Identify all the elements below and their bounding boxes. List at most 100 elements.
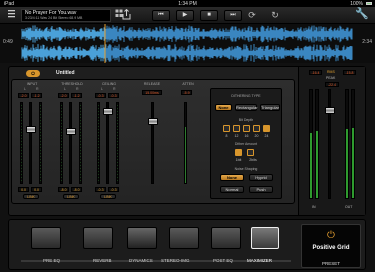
- pre-eq-label: PRE EQ: [43, 258, 61, 263]
- play-button[interactable]: ▶: [176, 10, 194, 21]
- limiter-controls: INPUT L R -2.0 -1.2 0.0 0.0 LINK THRESHO…: [11, 79, 295, 204]
- ceiling-l-bottom: -0.3: [95, 187, 106, 192]
- bit-depth-24-label: 24: [264, 134, 269, 138]
- waveform-display[interactable]: 0:49 2:34: [0, 24, 375, 63]
- noise-push-button[interactable]: Push: [249, 186, 273, 193]
- release-fader[interactable]: [148, 118, 158, 125]
- preset-bar: ⏻ Untitled: [13, 69, 283, 78]
- bit-depth-title: Bit Depth: [238, 118, 254, 122]
- input-l-bottom: 0.0: [18, 187, 29, 192]
- input-meter-r: [39, 102, 42, 184]
- output-fader[interactable]: [325, 107, 335, 114]
- in-label: IN: [312, 205, 316, 209]
- input-fader[interactable]: [26, 126, 36, 133]
- noise-normal-button[interactable]: Normal: [220, 186, 244, 193]
- waveform-graph: [0, 24, 375, 63]
- rms-value: -22.4: [325, 82, 339, 87]
- effects-chain: PRE EQ REVERB DYNAMICS STEREO-IMG POST E…: [21, 223, 291, 268]
- ceiling-meter-r: [116, 102, 119, 184]
- bit-depth-8-label: 8: [225, 134, 228, 138]
- atten-value: -5.9: [181, 90, 192, 95]
- share-icon[interactable]: [121, 8, 131, 23]
- ceiling-fader[interactable]: [103, 108, 113, 115]
- peak-l-value: -16.4: [309, 70, 322, 75]
- post-eq-module[interactable]: [211, 227, 241, 249]
- brand-name: Positive Grid: [312, 245, 350, 251]
- noise-hyprid-button[interactable]: Hyprid: [249, 174, 273, 181]
- noise-none-button[interactable]: None: [220, 174, 244, 181]
- threshold-fader[interactable]: [66, 128, 76, 135]
- maximizer-module[interactable]: [251, 227, 279, 249]
- input-l-value: -2.0: [18, 93, 29, 98]
- effects-chain-bar: PRE EQ REVERB DYNAMICS STEREO-IMG POST E…: [8, 219, 366, 270]
- channel-l: L: [64, 87, 66, 91]
- preset-name[interactable]: Untitled: [56, 70, 75, 76]
- pre-eq-module[interactable]: [31, 227, 61, 249]
- channel-r: R: [76, 87, 79, 91]
- track-info[interactable]: No Prayer For You.wav 3:23/4:11 Wav 24 B…: [21, 9, 111, 22]
- input-fader-track: [29, 102, 32, 184]
- channel-r: R: [113, 87, 116, 91]
- power-button[interactable]: ⏻: [26, 70, 40, 77]
- input-meter-l: [20, 102, 23, 184]
- status-bar: iPad 1:34 PM 100%: [0, 0, 375, 7]
- threshold-r-value: -1.2: [71, 93, 82, 98]
- noise-shaping-title: Noise Shaping: [234, 167, 258, 171]
- threshold-fader-track: [69, 102, 72, 184]
- dither-1bit-label: 1bit: [235, 158, 242, 162]
- out-fader-track: [328, 89, 331, 199]
- atten-meter: [184, 102, 187, 184]
- time-end: 2:34: [362, 39, 372, 45]
- bit-depth-12[interactable]: [233, 125, 240, 132]
- stereo-img-module[interactable]: [169, 227, 199, 249]
- wrench-icon[interactable]: 🔧: [355, 8, 369, 20]
- reverb-module[interactable]: [83, 227, 113, 249]
- bit-depth-16[interactable]: [243, 125, 250, 132]
- dynamics-label: DYNAMICS: [129, 258, 153, 263]
- loop-icon[interactable]: ⟳: [246, 9, 258, 21]
- ceiling-r-bottom: -0.3: [108, 187, 119, 192]
- sync-icon[interactable]: ↻: [269, 9, 281, 21]
- stereo-img-label: STEREO-IMG: [161, 258, 190, 263]
- ceiling-r-value: -0.3: [108, 93, 119, 98]
- preset-button-label: PRESET: [321, 261, 340, 266]
- dither-type-title: DITHERING TYPE: [231, 94, 261, 98]
- dither-none-button[interactable]: None: [215, 104, 232, 111]
- positive-grid-logo[interactable]: ⏻ Positive Grid PRESET: [301, 224, 361, 268]
- in-meter-l: [309, 89, 313, 199]
- ceiling-l-value: -0.3: [95, 93, 106, 98]
- bit-depth-16-label: 16: [244, 134, 249, 138]
- input-r-value: -1.2: [31, 93, 42, 98]
- bit-depth-24[interactable]: [263, 125, 270, 132]
- bit-depth-20-label: 20: [254, 134, 259, 138]
- bit-depth-8[interactable]: [223, 125, 230, 132]
- threshold-l-value: -2.0: [58, 93, 69, 98]
- dither-2bits[interactable]: [247, 149, 254, 156]
- out-meter-r: [351, 89, 355, 199]
- input-link-button[interactable]: LINK: [23, 194, 39, 199]
- power-logo-icon: ⏻: [327, 230, 335, 241]
- menu-icon[interactable]: [5, 9, 17, 21]
- ceiling-meter-l: [97, 102, 100, 184]
- stop-button[interactable]: ■: [200, 10, 218, 21]
- dither-2bits-label: 2bits: [249, 158, 257, 162]
- bit-depth-20[interactable]: [253, 125, 260, 132]
- threshold-link-button[interactable]: LINK: [63, 194, 79, 199]
- dither-rectangular-button[interactable]: Rectangular: [235, 104, 258, 111]
- atten-label: ATTEN: [182, 82, 194, 86]
- dither-triangular-button[interactable]: Triangular: [260, 104, 280, 111]
- maximizer-panel: ⏻ Untitled INPUT L R -2.0 -1.2 0.0 0.0 L…: [8, 66, 366, 216]
- forward-button[interactable]: ⏭: [224, 10, 242, 21]
- threshold-r-bottom: -8.0: [71, 187, 82, 192]
- out-label: OUT: [345, 205, 353, 209]
- peak-label: PEAK: [326, 76, 336, 80]
- dynamics-module[interactable]: [127, 227, 157, 249]
- channel-l: L: [24, 87, 26, 91]
- dither-1bit[interactable]: [235, 149, 242, 156]
- list-icon: [7, 10, 15, 18]
- release-label: RELEASE: [143, 82, 161, 86]
- rewind-button[interactable]: ⏮: [152, 10, 170, 21]
- dither-panel: DITHERING TYPE None Rectangular Triangul…: [210, 88, 282, 199]
- release-value: 15.00ms: [142, 90, 162, 95]
- ceiling-link-button[interactable]: LINK: [100, 194, 116, 199]
